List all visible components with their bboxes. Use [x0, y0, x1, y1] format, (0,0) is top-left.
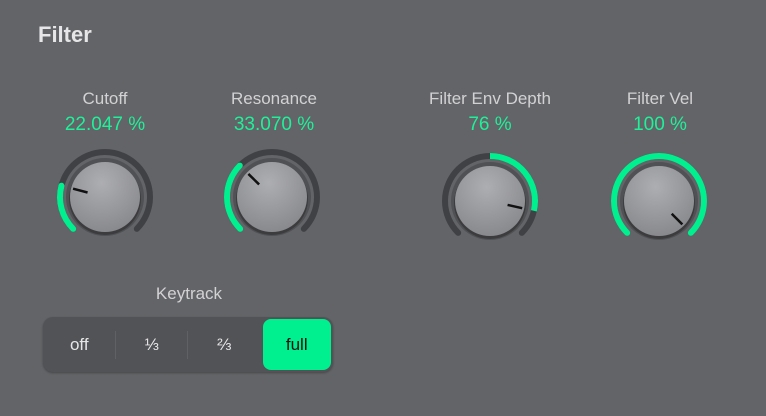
filter-vel-knob-cap	[624, 166, 694, 236]
cutoff-value[interactable]: 22.047 %	[20, 114, 190, 136]
resonance-knob-cap	[237, 162, 307, 232]
resonance-label: Resonance	[230, 89, 317, 108]
filter-env-depth-knob-cap	[455, 166, 525, 236]
keytrack-off[interactable]: off	[45, 319, 114, 370]
keytrack-segmented-control: off ⅓ ⅔ full	[43, 317, 333, 372]
section-title: Filter	[38, 22, 92, 47]
keytrack-one-third[interactable]: ⅓	[114, 319, 187, 370]
filter-env-depth-knob[interactable]	[430, 141, 550, 261]
cutoff-control: Cutoff 22.047 %	[20, 89, 190, 136]
cutoff-knob[interactable]	[45, 137, 165, 257]
resonance-knob[interactable]	[212, 137, 332, 257]
keytrack-label: Keytrack	[155, 284, 223, 303]
resonance-value[interactable]: 33.070 %	[189, 114, 359, 136]
filter-env-depth-control: Filter Env Depth 76 %	[405, 89, 575, 136]
cutoff-knob-cap	[70, 162, 140, 232]
filter-env-depth-value[interactable]: 76 %	[405, 114, 575, 136]
keytrack-two-thirds[interactable]: ⅔	[187, 319, 259, 370]
filter-env-depth-label: Filter Env Depth	[429, 89, 551, 108]
resonance-control: Resonance 33.070 %	[189, 89, 359, 136]
filter-vel-knob[interactable]	[599, 141, 719, 261]
filter-vel-label: Filter Vel	[626, 89, 694, 108]
filter-vel-control: Filter Vel 100 %	[575, 89, 745, 136]
filter-vel-value[interactable]: 100 %	[575, 114, 745, 136]
cutoff-label: Cutoff	[82, 89, 128, 108]
keytrack-full[interactable]: full	[262, 319, 331, 370]
